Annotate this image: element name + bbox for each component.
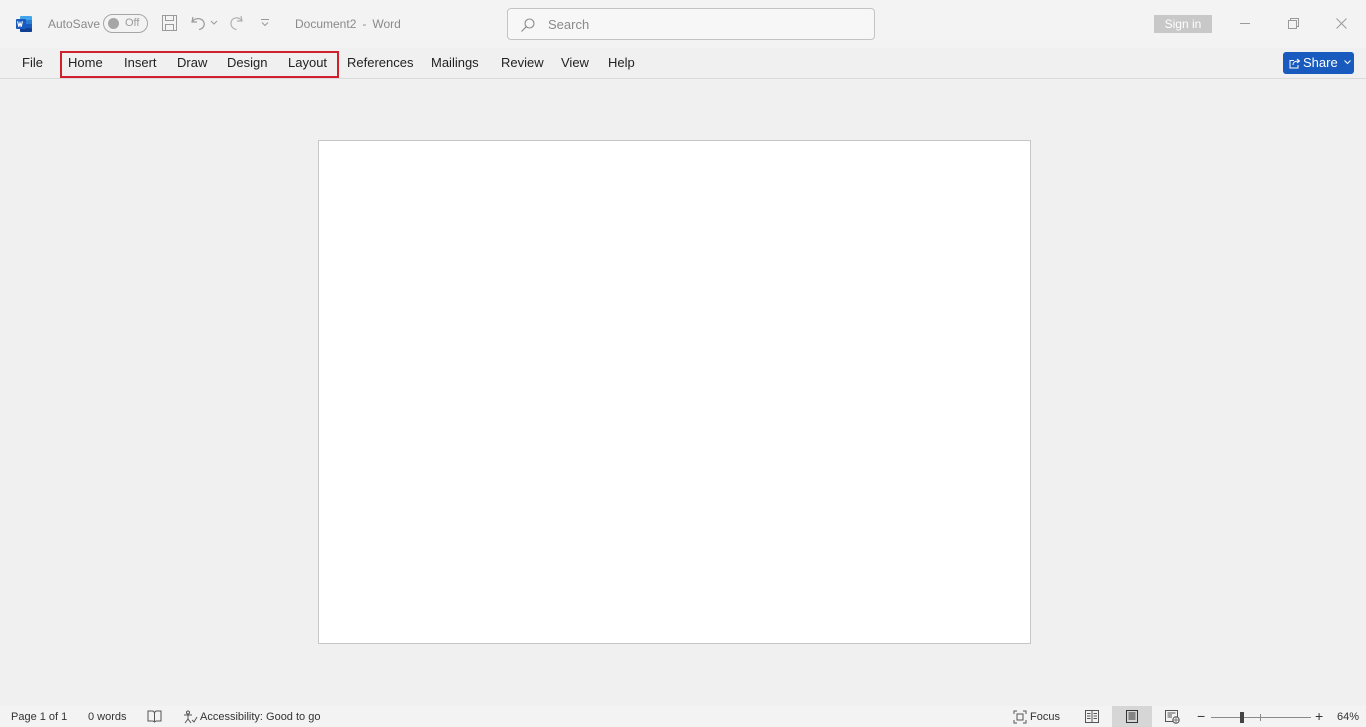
undo-dropdown-icon[interactable] xyxy=(210,20,218,26)
share-button[interactable]: Share xyxy=(1283,52,1354,74)
proofing-icon[interactable] xyxy=(147,710,162,723)
search-box[interactable] xyxy=(507,8,875,40)
close-icon xyxy=(1336,18,1347,29)
save-icon[interactable] xyxy=(161,14,178,32)
focus-label[interactable]: Focus xyxy=(1030,711,1060,723)
tab-draw[interactable]: Draw xyxy=(177,55,207,70)
print-layout-icon xyxy=(1126,710,1138,723)
restore-button[interactable] xyxy=(1270,0,1316,48)
undo-icon[interactable] xyxy=(189,14,207,32)
tab-help[interactable]: Help xyxy=(608,55,635,70)
web-layout-button[interactable] xyxy=(1152,706,1192,727)
zoom-out-button[interactable]: − xyxy=(1197,708,1205,724)
tab-home[interactable]: Home xyxy=(68,55,103,70)
share-label: Share xyxy=(1303,55,1338,70)
read-mode-icon xyxy=(1085,710,1099,723)
document-page[interactable] xyxy=(318,140,1031,644)
tab-layout[interactable]: Layout xyxy=(288,55,327,70)
word-logo-icon xyxy=(16,16,32,32)
app-name: Word xyxy=(372,17,401,31)
zoom-level[interactable]: 64% xyxy=(1337,711,1359,723)
toggle-knob xyxy=(108,18,119,29)
search-input[interactable] xyxy=(548,15,858,33)
tab-references[interactable]: References xyxy=(347,55,413,70)
tab-mailings[interactable]: Mailings xyxy=(431,55,479,70)
document-title: Document2- Word xyxy=(295,17,401,31)
tab-view[interactable]: View xyxy=(561,55,589,70)
autosave-toggle[interactable]: Off xyxy=(103,14,148,33)
share-icon xyxy=(1289,58,1301,69)
sign-in-button[interactable]: Sign in xyxy=(1154,15,1212,33)
print-layout-button[interactable] xyxy=(1112,706,1152,727)
ribbon-tabs: File Home Insert Draw Design Layout Refe… xyxy=(0,48,1366,78)
web-layout-icon xyxy=(1165,710,1180,724)
autosave-state: Off xyxy=(125,17,140,29)
title-bar: AutoSave Off Document2-Word Sign in xyxy=(0,0,1366,48)
ribbon-divider xyxy=(0,78,1366,79)
zoom-in-button[interactable]: + xyxy=(1315,708,1323,724)
read-mode-button[interactable] xyxy=(1072,706,1112,727)
status-bar: Page 1 of 1 0 words Accessibility: Good … xyxy=(0,706,1366,727)
title-separator: - xyxy=(362,17,367,31)
focus-icon[interactable] xyxy=(1013,710,1027,724)
zoom-slider-thumb[interactable] xyxy=(1240,712,1244,723)
customize-qat-icon[interactable] xyxy=(260,18,270,28)
tab-review[interactable]: Review xyxy=(501,55,544,70)
minimize-icon xyxy=(1240,23,1250,24)
minimize-button[interactable] xyxy=(1222,0,1268,48)
close-button[interactable] xyxy=(1318,0,1364,48)
zoom-slider[interactable] xyxy=(1211,717,1311,718)
restore-icon xyxy=(1288,18,1299,29)
chevron-down-icon xyxy=(1344,60,1351,65)
tab-file[interactable]: File xyxy=(22,55,43,70)
accessibility-status[interactable]: Accessibility: Good to go xyxy=(200,711,320,723)
zoom-slider-mark xyxy=(1260,714,1261,721)
page-count[interactable]: Page 1 of 1 xyxy=(11,711,67,723)
search-icon xyxy=(521,18,535,32)
autosave-label: AutoSave xyxy=(48,17,101,31)
word-count[interactable]: 0 words xyxy=(88,711,127,723)
accessibility-icon[interactable] xyxy=(183,710,198,724)
document-name: Document2 xyxy=(295,17,357,31)
redo-icon[interactable] xyxy=(228,14,246,32)
tab-insert[interactable]: Insert xyxy=(124,55,157,70)
tab-design[interactable]: Design xyxy=(227,55,267,70)
